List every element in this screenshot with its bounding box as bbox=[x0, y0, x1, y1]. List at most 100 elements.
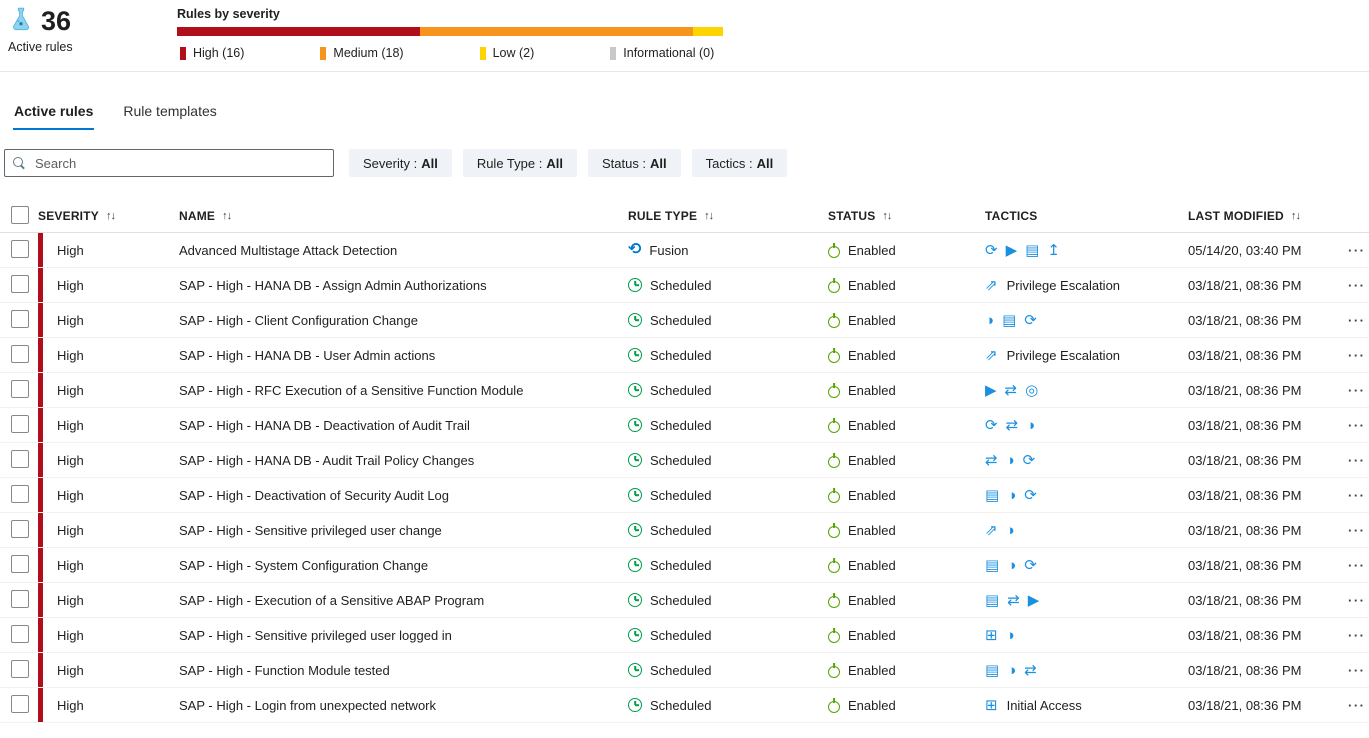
rule-type-cell: Scheduled bbox=[628, 418, 828, 433]
table-row[interactable]: HighSAP - High - Deactivation of Securit… bbox=[0, 478, 1369, 513]
row-context-menu-button[interactable]: ··· bbox=[1348, 663, 1368, 678]
search-input[interactable] bbox=[33, 155, 325, 172]
rule-type-cell: Scheduled bbox=[628, 278, 828, 293]
row-context-menu-button[interactable]: ··· bbox=[1348, 243, 1368, 258]
row-context-menu-button[interactable]: ··· bbox=[1348, 628, 1368, 643]
row-checkbox[interactable] bbox=[11, 275, 29, 293]
table-row[interactable]: HighSAP - High - HANA DB - Deactivation … bbox=[0, 408, 1369, 443]
row-checkbox[interactable] bbox=[11, 310, 29, 328]
execution-tactic-icon: ▶ bbox=[985, 383, 997, 398]
power-enabled-icon bbox=[828, 631, 840, 643]
row-context-menu-button[interactable]: ··· bbox=[1348, 698, 1368, 713]
column-header-name[interactable]: NAME↑↓ bbox=[179, 209, 628, 223]
filter-severity[interactable]: Severity : All bbox=[349, 149, 452, 177]
severity-label: High bbox=[57, 698, 84, 713]
filter-toolbar: Severity : All Rule Type : All Status : Al… bbox=[0, 149, 1369, 177]
row-checkbox[interactable] bbox=[11, 695, 29, 713]
filter-rule-type[interactable]: Rule Type : All bbox=[463, 149, 577, 177]
row-context-menu-button[interactable]: ··· bbox=[1348, 418, 1368, 433]
filter-status[interactable]: Status : All bbox=[588, 149, 681, 177]
filter-tactics[interactable]: Tactics : All bbox=[692, 149, 788, 177]
severity-bar-segment-high bbox=[177, 27, 420, 36]
row-context-menu-button[interactable]: ··· bbox=[1348, 593, 1368, 608]
table-row[interactable]: HighSAP - High - RFC Execution of a Sens… bbox=[0, 373, 1369, 408]
status-cell: Enabled bbox=[828, 523, 985, 538]
row-checkbox[interactable] bbox=[11, 520, 29, 538]
table-header-row: SEVERITY↑↓NAME↑↓RULE TYPE↑↓STATUS↑↓TACTI… bbox=[0, 200, 1369, 233]
row-checkbox[interactable] bbox=[11, 450, 29, 468]
status-label: Enabled bbox=[848, 488, 896, 503]
table-row[interactable]: HighSAP - High - Client Configuration Ch… bbox=[0, 303, 1369, 338]
table-row[interactable]: High SAP - High - Login from unexpected n… bbox=[0, 688, 1369, 723]
row-menu-cell: ··· bbox=[1348, 698, 1369, 713]
row-checkbox[interactable] bbox=[11, 590, 29, 608]
table-row[interactable]: HighSAP - High - HANA DB - Audit Trail P… bbox=[0, 443, 1369, 478]
column-header-last-modified[interactable]: LAST MODIFIED↑↓ bbox=[1188, 209, 1348, 223]
legend-item-high: High (16) bbox=[180, 46, 244, 60]
row-checkbox-cell bbox=[0, 380, 38, 401]
rule-name: SAP - High - Login from unexpected netwo… bbox=[179, 698, 628, 713]
last-modified: 03/18/21, 08:36 PM bbox=[1188, 418, 1348, 433]
sort-arrows-icon: ↑↓ bbox=[704, 210, 713, 222]
row-checkbox[interactable] bbox=[11, 660, 29, 678]
severity-color-bar bbox=[38, 303, 43, 337]
persistence-tactic-icon: ⟳ bbox=[1024, 558, 1037, 573]
tab-active-rules[interactable]: Active rules bbox=[13, 103, 94, 130]
row-context-menu-button[interactable]: ··· bbox=[1348, 348, 1368, 363]
table-row[interactable]: HighSAP - High - HANA DB - User Admin ac… bbox=[0, 338, 1369, 373]
row-context-menu-button[interactable]: ··· bbox=[1348, 278, 1368, 293]
status-label: Enabled bbox=[848, 348, 896, 363]
column-header-rule-type[interactable]: RULE TYPE↑↓ bbox=[628, 209, 828, 223]
row-checkbox-cell bbox=[0, 450, 38, 471]
table-row[interactable]: HighSAP - High - Sensitive privileged us… bbox=[0, 513, 1369, 548]
row-checkbox[interactable] bbox=[11, 240, 29, 258]
severity-label: High bbox=[57, 453, 84, 468]
last-modified: 03/18/21, 08:36 PM bbox=[1188, 698, 1348, 713]
exfiltration-tactic-icon: ↥ bbox=[1047, 243, 1060, 258]
column-header-status[interactable]: STATUS↑↓ bbox=[828, 209, 985, 223]
row-checkbox[interactable] bbox=[11, 485, 29, 503]
row-menu-cell: ··· bbox=[1348, 488, 1369, 503]
severity-color-bar bbox=[38, 233, 43, 267]
row-context-menu-button[interactable]: ··· bbox=[1348, 523, 1368, 538]
power-enabled-icon bbox=[828, 281, 840, 293]
row-context-menu-button[interactable]: ··· bbox=[1348, 383, 1368, 398]
defense-evasion-tactic-icon: ◑ bbox=[985, 313, 994, 328]
row-context-menu-button[interactable]: ··· bbox=[1348, 558, 1368, 573]
row-context-menu-button[interactable]: ··· bbox=[1348, 453, 1368, 468]
table-row[interactable]: HighSAP - High - System Configuration Ch… bbox=[0, 548, 1369, 583]
row-checkbox[interactable] bbox=[11, 380, 29, 398]
rule-type-cell: Scheduled bbox=[628, 453, 828, 468]
row-checkbox[interactable] bbox=[11, 625, 29, 643]
tactics-cell: ▤⇄▶ bbox=[985, 593, 1188, 608]
row-context-menu-button[interactable]: ··· bbox=[1348, 488, 1368, 503]
row-context-menu-button[interactable]: ··· bbox=[1348, 313, 1368, 328]
table-row[interactable]: HighSAP - High - Sensitive privileged us… bbox=[0, 618, 1369, 653]
row-checkbox-cell bbox=[0, 485, 38, 506]
status-label: Enabled bbox=[848, 523, 896, 538]
row-menu-cell: ··· bbox=[1348, 243, 1369, 258]
column-header-severity[interactable]: SEVERITY↑↓ bbox=[38, 209, 179, 223]
status-label: Enabled bbox=[848, 418, 896, 433]
row-menu-cell: ··· bbox=[1348, 523, 1369, 538]
table-row[interactable]: HighSAP - High - Function Module testedS… bbox=[0, 653, 1369, 688]
row-checkbox[interactable] bbox=[11, 555, 29, 573]
row-checkbox[interactable] bbox=[11, 415, 29, 433]
column-header-tactics[interactable]: TACTICS bbox=[985, 209, 1188, 223]
table-row[interactable]: HighSAP - High - Execution of a Sensitiv… bbox=[0, 583, 1369, 618]
search-box bbox=[4, 149, 334, 177]
status-label: Enabled bbox=[848, 383, 896, 398]
row-checkbox-cell bbox=[0, 520, 38, 541]
table-row[interactable]: HighAdvanced Multistage Attack Detection… bbox=[0, 233, 1369, 268]
severity-cell: High bbox=[38, 408, 179, 442]
tab-rule-templates[interactable]: Rule templates bbox=[122, 103, 217, 130]
row-checkbox[interactable] bbox=[11, 345, 29, 363]
table-row[interactable]: HighSAP - High - HANA DB - Assign Admin … bbox=[0, 268, 1369, 303]
select-all-checkbox[interactable] bbox=[11, 206, 29, 224]
power-enabled-icon bbox=[828, 666, 840, 678]
rule-type-label: Scheduled bbox=[650, 383, 711, 398]
severity-cell: High bbox=[38, 373, 179, 407]
legend-label: High (16) bbox=[193, 46, 244, 60]
status-cell: Enabled bbox=[828, 418, 985, 433]
filter-value: All bbox=[757, 156, 774, 171]
